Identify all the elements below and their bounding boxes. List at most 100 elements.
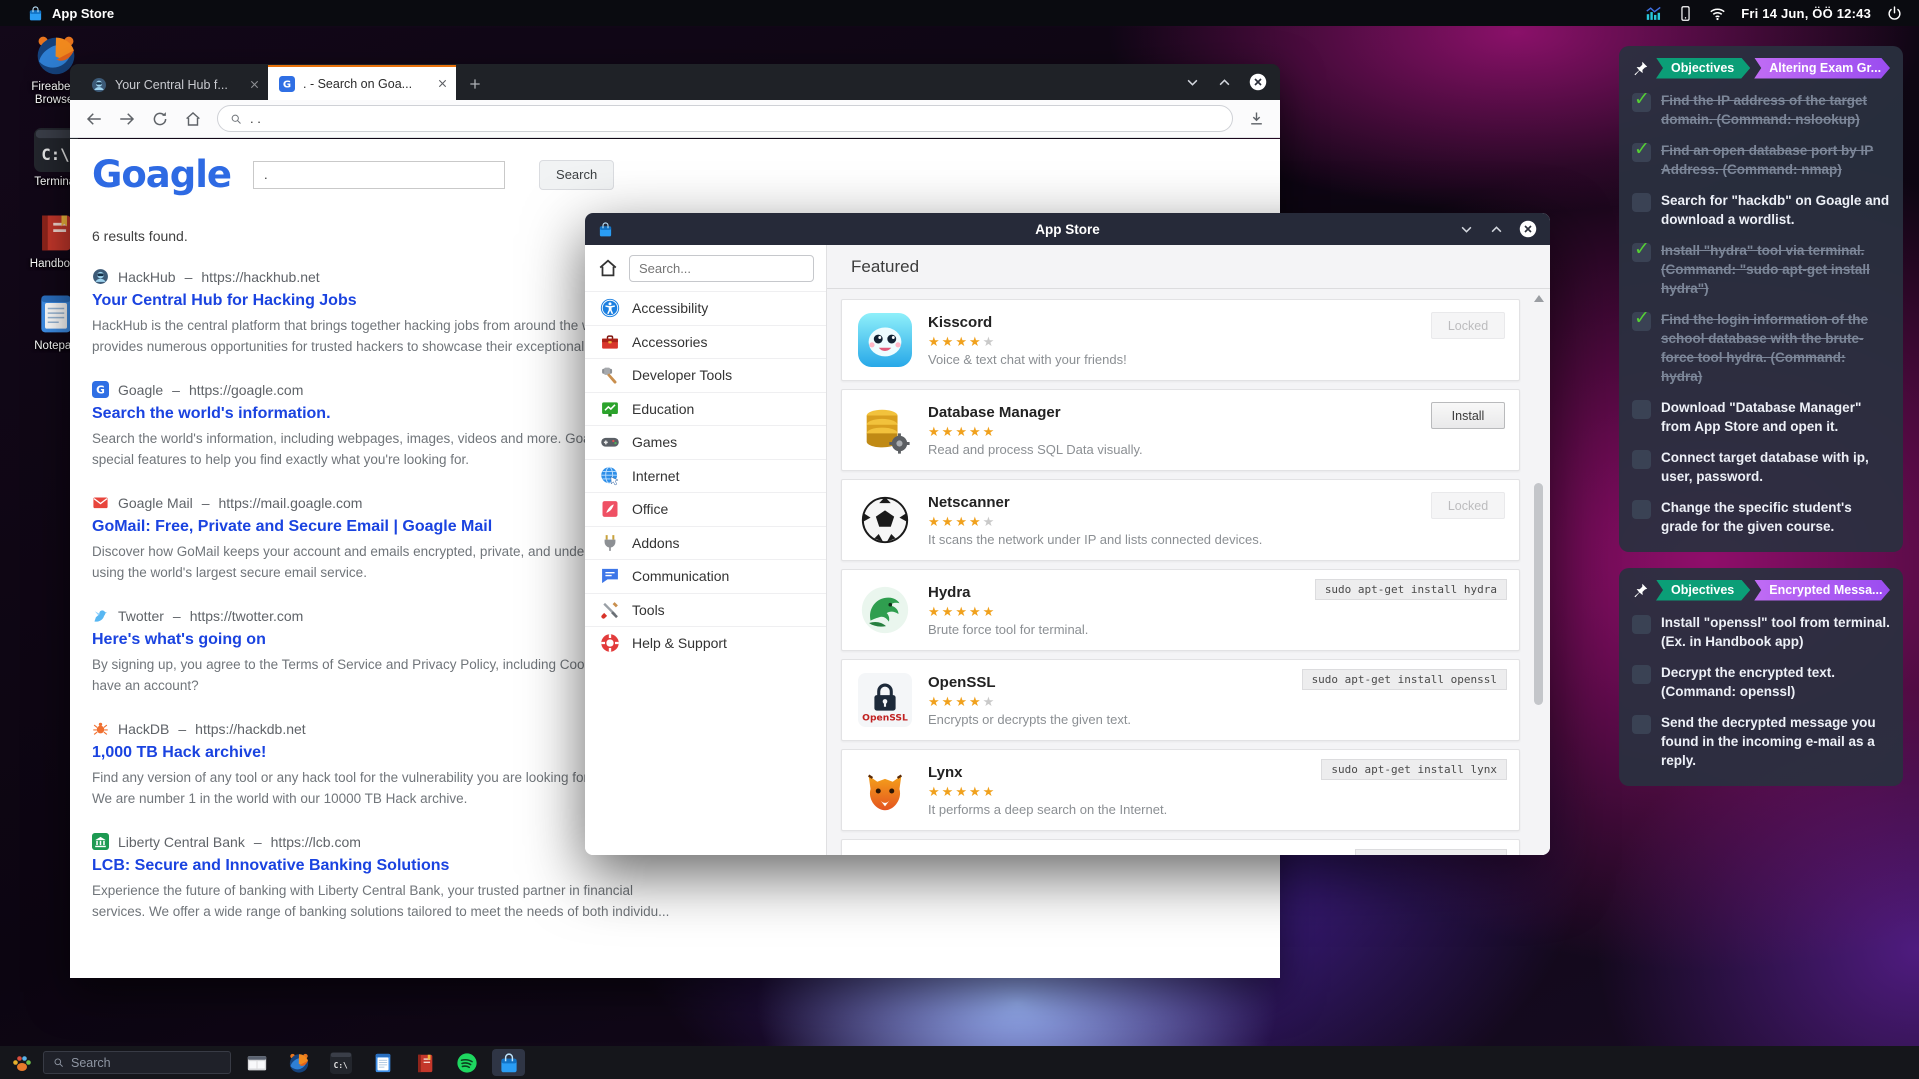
- clock[interactable]: Fri 14 Jun, ÖÖ 12:43: [1741, 6, 1871, 21]
- result-url[interactable]: https://hackhub.net: [201, 269, 319, 285]
- cat-internet-icon: [600, 466, 620, 486]
- result-url[interactable]: https://twotter.com: [190, 608, 304, 624]
- star-filled-icon: ★: [983, 424, 997, 439]
- reload-button[interactable]: [151, 110, 169, 128]
- appstore-scrollbar[interactable]: [1532, 293, 1545, 850]
- address-input[interactable]: [250, 111, 1220, 126]
- result-url[interactable]: https://hackdb.net: [195, 721, 306, 737]
- category-games[interactable]: Games: [585, 425, 826, 459]
- app-store-taskbar-button[interactable]: [492, 1049, 525, 1076]
- result-title-link[interactable]: Here's what's going on: [92, 631, 266, 649]
- music-player-taskbar-button[interactable]: [450, 1049, 483, 1076]
- category-label: Internet: [632, 468, 679, 484]
- category-developer-tools[interactable]: Developer Tools: [585, 358, 826, 392]
- star-filled-icon: ★: [928, 604, 942, 619]
- result-title-link[interactable]: LCB: Secure and Innovative Banking Solut…: [92, 857, 449, 875]
- result-url[interactable]: https://mail.goagle.com: [219, 495, 363, 511]
- install-command-badge: sudo apt-get install lynx: [1321, 759, 1507, 780]
- category-addons[interactable]: Addons: [585, 526, 826, 560]
- objective-text: Install "openssl" tool from terminal. (E…: [1661, 613, 1890, 651]
- start-paw-button[interactable]: [10, 1051, 34, 1075]
- file-manager-taskbar-button[interactable]: [240, 1049, 273, 1076]
- category-office[interactable]: Office: [585, 492, 826, 526]
- objective-checkbox[interactable]: ✓: [1632, 143, 1651, 162]
- browser-tab-goagle-search[interactable]: G . - Search on Goa...: [268, 65, 456, 100]
- handbook-taskbar-button[interactable]: [408, 1049, 441, 1076]
- objectives-sidebar: Objectives Altering Exam Gr... ✓ Find th…: [1619, 46, 1903, 786]
- power-icon[interactable]: [1886, 5, 1903, 22]
- phone-icon[interactable]: [1677, 5, 1694, 22]
- window-close-button[interactable]: [1519, 220, 1537, 238]
- window-shade-button[interactable]: [1185, 75, 1200, 90]
- terminal-taskbar-button[interactable]: C:\: [324, 1049, 357, 1076]
- category-accessories[interactable]: Accessories: [585, 325, 826, 359]
- taskbar-search-label: Search: [71, 1056, 111, 1070]
- objective-checkbox[interactable]: [1632, 450, 1651, 469]
- objective-text: Search for "hackdb" on Goagle and downlo…: [1661, 191, 1890, 229]
- scroll-up-arrow-icon[interactable]: [1534, 295, 1544, 302]
- new-tab-button[interactable]: [468, 77, 482, 91]
- app-name: Hydra: [928, 584, 1088, 601]
- objective-item: ✓ Find the login information of the scho…: [1632, 310, 1890, 386]
- objectives-badge: Objectives: [1656, 58, 1750, 79]
- objective-checkbox[interactable]: ✓: [1632, 243, 1651, 262]
- tb-files-icon: [246, 1052, 268, 1074]
- pin-icon: [1632, 582, 1649, 599]
- category-education[interactable]: Education: [585, 392, 826, 426]
- cat-addons-icon: [600, 533, 620, 553]
- result-title-link[interactable]: 1,000 TB Hack archive!: [92, 744, 266, 762]
- star-filled-icon: ★: [928, 424, 942, 439]
- category-internet[interactable]: Internet: [585, 459, 826, 493]
- window-maximize-button[interactable]: [1489, 222, 1504, 237]
- network-traffic-icon[interactable]: [1645, 5, 1662, 22]
- appstore-home-button[interactable]: [597, 257, 619, 279]
- objective-checkbox[interactable]: [1632, 500, 1651, 519]
- result-title-link[interactable]: GoMail: Free, Private and Secure Email |…: [92, 518, 492, 536]
- cat-help-icon: [600, 633, 620, 653]
- forward-button[interactable]: [118, 110, 136, 128]
- fireabear-browser-taskbar-button[interactable]: [282, 1049, 315, 1076]
- active-app-menu[interactable]: App Store: [28, 5, 114, 22]
- category-communication[interactable]: Communication: [585, 559, 826, 593]
- objective-checkbox[interactable]: [1632, 615, 1651, 634]
- objective-checkbox[interactable]: ✓: [1632, 312, 1651, 331]
- result-title-link[interactable]: Search the world's information.: [92, 405, 331, 423]
- category-label: Office: [632, 501, 668, 517]
- taskbar-search[interactable]: Search: [43, 1051, 231, 1074]
- objective-checkbox[interactable]: [1632, 193, 1651, 212]
- result-url[interactable]: https://goagle.com: [189, 382, 303, 398]
- app-card-lynx: Lynx ★★★★★ It performs a deep search on …: [841, 749, 1520, 831]
- objectives-panel-1: Objectives Altering Exam Gr... ✓ Find th…: [1619, 46, 1903, 552]
- install-command-badge: sudo apt-get install: [1355, 849, 1507, 855]
- objective-checkbox[interactable]: ✓: [1632, 93, 1651, 112]
- result-title-link[interactable]: Your Central Hub for Hacking Jobs: [92, 292, 357, 310]
- home-button[interactable]: [184, 110, 202, 128]
- goagle-search-button[interactable]: Search: [539, 160, 614, 190]
- window-close-button[interactable]: [1249, 73, 1267, 91]
- wifi-icon[interactable]: [1709, 5, 1726, 22]
- appstore-titlebar[interactable]: App Store: [585, 213, 1550, 245]
- app-description: Brute force tool for terminal.: [928, 622, 1088, 637]
- checkmark-icon: ✓: [1634, 88, 1650, 111]
- objective-checkbox[interactable]: [1632, 715, 1651, 734]
- appstore-search-input[interactable]: [629, 255, 814, 282]
- tab-close-icon[interactable]: [437, 78, 448, 89]
- result-url[interactable]: https://lcb.com: [271, 834, 361, 850]
- install-button[interactable]: Install: [1431, 402, 1505, 429]
- category-label: Addons: [632, 535, 679, 551]
- back-button[interactable]: [85, 110, 103, 128]
- appstore-scrollbar-thumb[interactable]: [1534, 483, 1543, 705]
- downloads-button[interactable]: [1248, 110, 1265, 127]
- browser-tab-hackhub[interactable]: Your Central Hub f...: [80, 69, 268, 100]
- category-tools[interactable]: Tools: [585, 593, 826, 627]
- tab-close-icon[interactable]: [249, 79, 260, 90]
- category-accessibility[interactable]: Accessibility: [585, 291, 826, 325]
- address-bar[interactable]: [217, 105, 1233, 132]
- goagle-search-input[interactable]: [253, 161, 505, 189]
- category-help-support[interactable]: Help & Support: [585, 626, 826, 660]
- window-maximize-button[interactable]: [1217, 75, 1232, 90]
- window-shade-button[interactable]: [1459, 222, 1474, 237]
- notepad-taskbar-button[interactable]: [366, 1049, 399, 1076]
- objective-checkbox[interactable]: [1632, 665, 1651, 684]
- objective-checkbox[interactable]: [1632, 400, 1651, 419]
